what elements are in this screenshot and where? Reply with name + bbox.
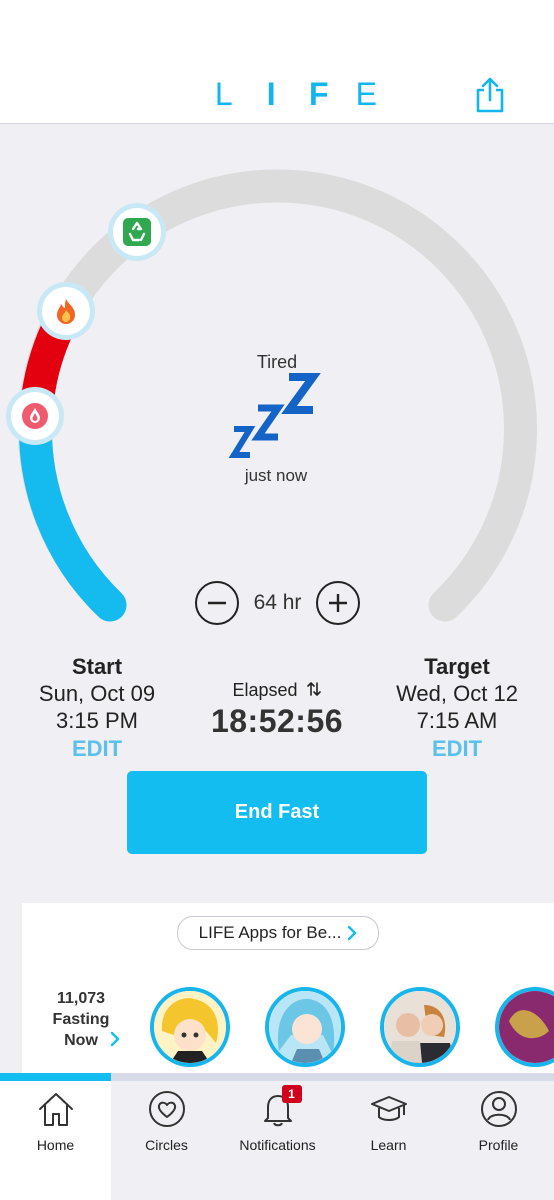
start-info: Start Sun, Oct 09 3:15 PM EDIT <box>22 654 172 762</box>
flame-icon <box>57 299 75 324</box>
share-icon <box>476 77 504 113</box>
tab-circles-label: Circles <box>145 1137 188 1153</box>
tab-profile-label: Profile <box>478 1137 519 1153</box>
life-apps-pill[interactable]: LIFE Apps for Be... <box>177 916 379 950</box>
app-header: L I F E <box>0 0 554 124</box>
avatar[interactable] <box>265 987 345 1067</box>
target-info: Target Wed, Oct 12 7:15 AM EDIT <box>382 654 532 762</box>
graduation-cap-icon <box>370 1096 407 1121</box>
status-time: just now <box>244 466 308 485</box>
flame-badge[interactable] <box>42 287 90 335</box>
plus-icon <box>329 594 347 612</box>
avatar-image <box>499 991 554 1063</box>
tab-learn-label: Learn <box>370 1137 407 1153</box>
zzz-sleep-icon <box>228 372 328 462</box>
avatar[interactable] <box>380 987 460 1067</box>
elapsed-toggle[interactable]: Elapsed <box>194 680 360 701</box>
tab-circles[interactable]: Circles <box>111 1081 222 1200</box>
fasting-label: Fasting <box>52 1011 110 1028</box>
duration-value: 64 hr <box>253 591 302 614</box>
target-date: Wed, Oct 12 <box>396 681 518 706</box>
tab-home-label: Home <box>36 1137 75 1153</box>
edit-start-button[interactable]: EDIT <box>22 736 172 762</box>
elapsed-label: Elapsed <box>232 680 298 700</box>
drop-icon <box>22 403 48 429</box>
tab-notifications[interactable]: 1 Notifications <box>222 1081 333 1200</box>
increase-duration-button[interactable] <box>316 581 360 625</box>
page-indicator-fill <box>0 1073 111 1081</box>
tab-notifications-label: Notifications <box>239 1137 316 1153</box>
chevron-right-icon <box>348 925 357 941</box>
avatar-image <box>154 991 226 1063</box>
tab-learn[interactable]: Learn <box>333 1081 444 1200</box>
start-time: 3:15 PM <box>56 708 138 733</box>
share-button[interactable] <box>472 76 508 114</box>
swap-arrows-icon <box>306 682 321 696</box>
gauge-progress <box>19 398 127 622</box>
apps-card: LIFE Apps for Be... 11,073 Fasting Now <box>22 903 554 1073</box>
start-title: Start <box>71 654 123 679</box>
heart-circle-icon <box>148 1091 185 1127</box>
recycle-badge[interactable] <box>113 208 161 256</box>
home-icon <box>38 1093 73 1126</box>
chevron-right-icon <box>110 1031 120 1047</box>
logo-letter-f: F <box>308 76 329 112</box>
life-logo: L I F E <box>200 76 390 116</box>
notification-count-badge: 1 <box>281 1085 302 1103</box>
logo-letter-i: I <box>266 76 276 112</box>
end-fast-button[interactable]: End Fast <box>127 771 427 854</box>
decrease-duration-button[interactable] <box>195 581 239 625</box>
start-date: Sun, Oct 09 <box>38 681 156 706</box>
avatar-image <box>384 991 456 1063</box>
elapsed-info: Elapsed 18:52:56 <box>194 680 360 740</box>
target-title: Target <box>424 654 490 679</box>
tab-home[interactable]: Home <box>0 1081 111 1200</box>
edit-target-button[interactable]: EDIT <box>382 736 532 762</box>
avatar[interactable] <box>150 987 230 1067</box>
avatar-image <box>269 991 341 1063</box>
duration-stepper: 64 hr <box>195 578 360 628</box>
page-indicator <box>0 1073 554 1081</box>
tab-bar: Home Circles 1 Notifications Learn Profi… <box>0 1081 554 1200</box>
person-icon <box>480 1091 517 1127</box>
fasting-count: 11,073 <box>56 990 106 1007</box>
target-time: 7:15 AM <box>416 708 498 733</box>
recycle-icon <box>123 218 151 246</box>
drop-badge[interactable] <box>11 392 59 440</box>
avatar[interactable] <box>495 987 554 1067</box>
logo-letter-e: E <box>355 76 377 112</box>
elapsed-time: 18:52:56 <box>210 703 344 739</box>
logo-letter-l: L <box>214 76 233 112</box>
minus-icon <box>208 601 226 605</box>
status-label: Tired <box>256 352 298 372</box>
life-apps-label: LIFE Apps for Be... <box>198 923 342 942</box>
tab-profile[interactable]: Profile <box>443 1081 554 1200</box>
